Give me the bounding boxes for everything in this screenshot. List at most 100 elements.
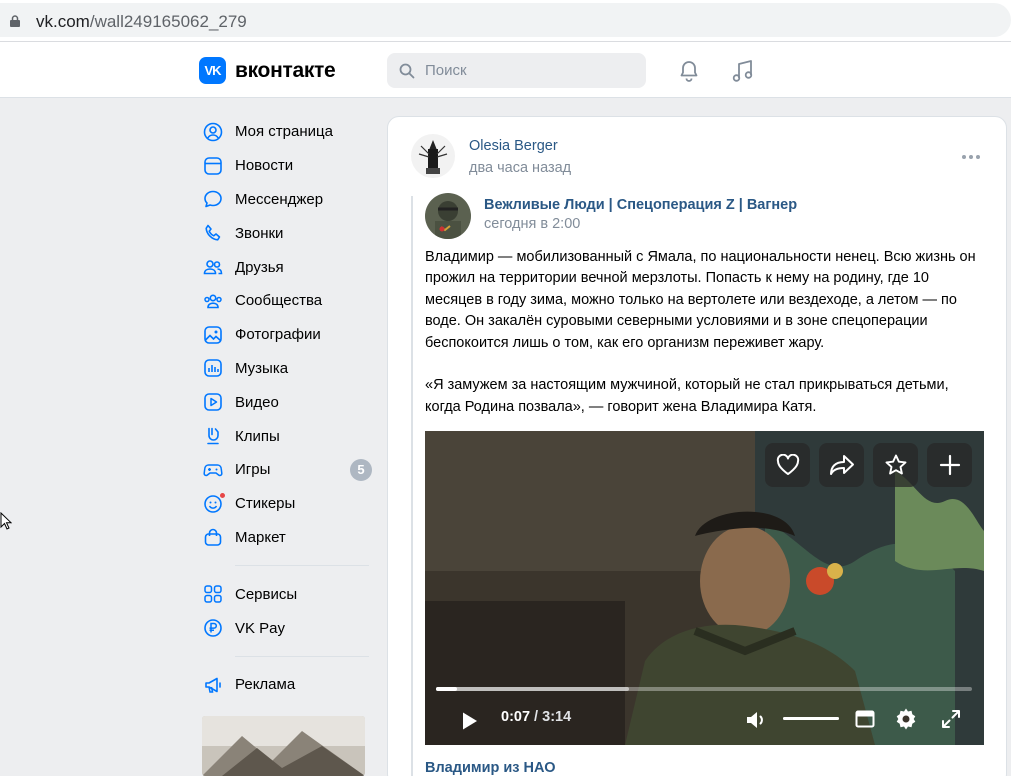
miniplayer-icon[interactable] (855, 710, 875, 728)
plus-icon (939, 454, 960, 476)
sidebar-item-friends[interactable]: Друзья (199, 250, 374, 284)
sidebar-item-label: Реклама (235, 676, 296, 694)
new-indicator-dot (219, 491, 226, 499)
sidebar-item-messenger[interactable]: Мессенджер (199, 183, 374, 217)
post-text: Владимир — мобилизованный с Ямала, по на… (425, 247, 985, 418)
friends-icon (202, 256, 224, 278)
clips-icon (202, 425, 224, 447)
sidebar-item-news[interactable]: Новости (199, 149, 374, 183)
sidebar-item-label: Игры (235, 461, 271, 479)
notifications-bell-icon[interactable] (677, 59, 701, 83)
sidebar-divider (235, 655, 369, 657)
url-path: /wall249165062_279 (89, 12, 247, 31)
video-icon (202, 391, 224, 413)
sidebar-item-label: Новости (235, 157, 294, 175)
heart-icon (776, 454, 799, 475)
video-timecode: 0:07 / 3:14 (501, 709, 571, 725)
video-time-separator: / (530, 709, 543, 725)
video-duration: 3:14 (542, 709, 572, 725)
photo-icon (202, 324, 224, 346)
repost-source-name[interactable]: Вежливые Люди | Спецоперация Z | Вагнер (484, 197, 797, 213)
wall-post-card: Olesia Berger два часа назад Вежливые Лю… (387, 116, 1007, 776)
dot-icon (962, 155, 966, 159)
volume-slider-fill (783, 717, 839, 720)
vk-logo[interactable]: VK вконтакте (199, 57, 336, 84)
post-timestamp[interactable]: два часа назад (469, 160, 571, 176)
services-icon (202, 583, 224, 605)
sidebar-item-clips[interactable]: Клипы (199, 419, 374, 453)
video-title-link[interactable]: Владимир из НАО (425, 760, 556, 776)
search-icon (399, 63, 415, 79)
repost-source-avatar[interactable] (425, 193, 471, 239)
site-header: VK вконтакте (0, 42, 1011, 98)
video-controls: 0:07 / 3:14 (425, 699, 984, 739)
music-player-icon[interactable] (730, 58, 756, 84)
vk-logo-mark: VK (199, 57, 226, 84)
post-more-options-button[interactable] (962, 155, 980, 159)
sidebar-item-market[interactable]: Маркет (199, 521, 374, 555)
settings-gear-icon[interactable] (894, 707, 918, 731)
video-current-time: 0:07 (501, 709, 531, 725)
star-icon (885, 454, 906, 475)
sticker-icon (202, 491, 226, 515)
fullscreen-icon[interactable] (941, 709, 961, 729)
vkpay-icon (202, 617, 224, 639)
mouse-cursor-icon (0, 512, 12, 530)
sidebar-item-services[interactable]: Сервисы (199, 577, 374, 611)
left-sidebar: Моя страница Новости Мессенджер Звонки Д… (199, 115, 374, 702)
volume-slider[interactable] (783, 717, 839, 720)
sidebar-item-calls[interactable]: Звонки (199, 216, 374, 250)
ad-thumbnail-image[interactable] (202, 716, 365, 776)
lock-icon (10, 15, 20, 27)
sidebar-item-music[interactable]: Музыка (199, 352, 374, 386)
favorite-video-button[interactable] (873, 443, 918, 487)
sidebar-item-label: Фотографии (235, 326, 321, 344)
author-avatar[interactable] (411, 134, 455, 178)
user-circle-icon (202, 121, 224, 143)
video-player[interactable]: 0:07 / 3:14 (425, 431, 984, 745)
sidebar-item-label: Стикеры (235, 495, 296, 513)
news-icon (202, 155, 224, 177)
post-author-name[interactable]: Olesia Berger (469, 138, 558, 154)
sidebar-item-video[interactable]: Видео (199, 385, 374, 419)
url-field[interactable]: vk.com/wall249165062_279 (0, 3, 1011, 37)
post-paragraph: «Я замужем за настоящим мужчиной, которы… (425, 377, 949, 415)
sidebar-item-vkpay[interactable]: VK Pay (199, 611, 374, 645)
megaphone-icon (202, 674, 224, 696)
browser-address-bar: vk.com/wall249165062_279 (0, 0, 1011, 42)
music-icon (202, 357, 224, 379)
vk-logo-text: вконтакте (235, 58, 336, 82)
play-icon[interactable] (461, 711, 479, 731)
url-domain: vk.com (36, 12, 90, 31)
search-input[interactable] (425, 53, 635, 88)
sidebar-item-label: Сервисы (235, 585, 298, 603)
sidebar-item-communities[interactable]: Сообщества (199, 284, 374, 318)
repost-timestamp[interactable]: сегодня в 2:00 (484, 216, 580, 232)
share-icon (829, 455, 854, 475)
sidebar-item-photos[interactable]: Фотографии (199, 318, 374, 352)
sidebar-item-ads[interactable]: Реклама (199, 668, 374, 702)
sidebar-item-games[interactable]: Игры 5 (199, 453, 374, 487)
search-box[interactable] (387, 53, 646, 88)
sidebar-item-label: Друзья (235, 258, 284, 276)
sidebar-item-label: Звонки (235, 224, 284, 242)
gamepad-icon (202, 459, 224, 481)
message-icon (202, 188, 224, 210)
video-progress-bar[interactable] (436, 687, 972, 691)
dot-icon (976, 155, 980, 159)
add-video-button[interactable] (927, 443, 972, 487)
communities-icon (202, 290, 224, 312)
sidebar-item-label: Видео (235, 393, 279, 411)
volume-icon[interactable] (745, 709, 769, 731)
sidebar-item-label: Мессенджер (235, 190, 324, 208)
share-video-button[interactable] (819, 443, 864, 487)
sidebar-divider (235, 565, 369, 567)
sidebar-item-label: Моя страница (235, 123, 333, 141)
like-video-button[interactable] (765, 443, 810, 487)
sidebar-item-label: Музыка (235, 359, 289, 377)
video-progress-fill (436, 687, 458, 691)
sidebar-item-stickers[interactable]: Стикеры (199, 487, 374, 521)
url-text[interactable]: vk.com/wall249165062_279 (36, 12, 247, 32)
phone-icon (202, 222, 224, 244)
sidebar-item-my-page[interactable]: Моя страница (199, 115, 374, 149)
